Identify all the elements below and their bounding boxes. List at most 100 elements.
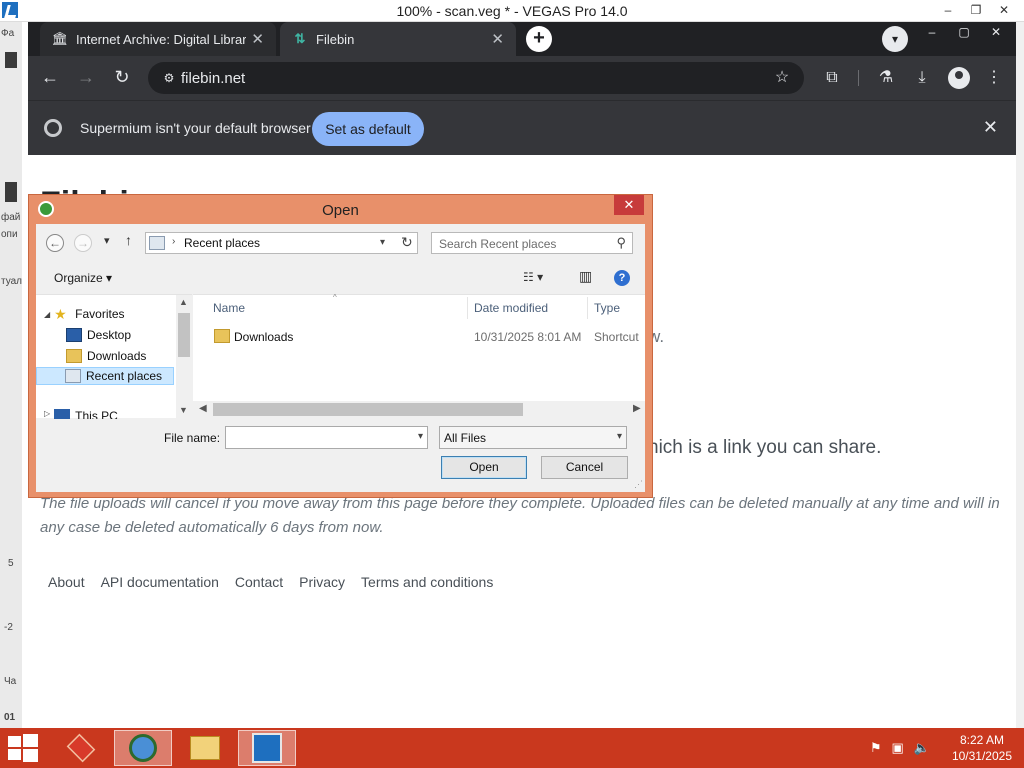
help-icon[interactable]: ? [614, 270, 630, 286]
vegas-fragment: Ча [4, 676, 17, 687]
browser-close-button[interactable]: ✕ [980, 22, 1012, 44]
file-name-input[interactable]: ▾ [225, 426, 428, 449]
address-bar[interactable]: ⚙ filebin.net [148, 62, 804, 94]
back-icon[interactable]: ← [46, 234, 64, 252]
footer-link-api[interactable]: API documentation [101, 574, 219, 590]
column-header-date[interactable]: Date modified [474, 301, 548, 315]
preview-pane-icon[interactable]: ▥ [579, 268, 592, 285]
dialog-close-button[interactable]: ✕ [614, 195, 644, 215]
close-tab-icon[interactable]: ✕ [251, 30, 264, 48]
vegas-close-button[interactable]: ✕ [990, 0, 1018, 20]
taskbar-app-vegas[interactable] [238, 730, 296, 766]
tab-search-button[interactable]: ▾ [882, 26, 908, 52]
column-header-name[interactable]: Name [213, 301, 245, 315]
action-center-flag-icon[interactable]: ⚑ [870, 740, 882, 756]
expand-arrow-icon[interactable]: ◢ [44, 310, 50, 319]
site-settings-icon[interactable]: ⚙ [160, 69, 178, 87]
profile-avatar-icon[interactable] [948, 67, 970, 89]
resize-grip-icon[interactable]: ⋰ [634, 479, 643, 490]
nav-downloads[interactable]: Downloads [66, 347, 146, 365]
browser-minimize-button[interactable]: – [916, 22, 948, 44]
toolbar-divider [858, 70, 859, 86]
recent-places-icon [65, 369, 81, 383]
dialog-title: Open [322, 202, 359, 219]
forward-icon[interactable]: → [74, 234, 92, 252]
volume-muted-icon[interactable]: 🔈 [914, 740, 930, 756]
column-header-type[interactable]: Type [594, 301, 620, 315]
close-tab-icon[interactable]: ✕ [491, 30, 504, 48]
scroll-up-icon[interactable]: ▲ [179, 297, 188, 307]
address-url: filebin.net [181, 70, 246, 87]
cancel-button[interactable]: Cancel [541, 456, 628, 479]
taskbar-app-explorer[interactable] [176, 730, 234, 766]
organize-button[interactable]: Organize ▾ [54, 271, 112, 285]
browser-logo-icon [44, 119, 62, 137]
browser-globe-icon [129, 734, 157, 762]
vegas-fragment: туал [1, 276, 22, 287]
reload-icon[interactable]: ↻ [110, 66, 134, 90]
menu-kebab-icon[interactable]: ⋮ [982, 66, 1006, 90]
scroll-left-icon[interactable]: ◀ [199, 403, 207, 414]
scroll-down-icon[interactable]: ▼ [179, 405, 188, 415]
browser-maximize-button[interactable]: ▢ [948, 22, 980, 44]
dialog-nav-bar: ← → ▾ ↑ › Recent places ▾ ↻ Search Recen… [36, 224, 645, 264]
footer-links: About API documentation Contact Privacy … [48, 574, 493, 590]
windows-logo-icon [8, 749, 21, 760]
breadcrumb-chevron-icon[interactable]: › [172, 236, 175, 247]
scroll-right-icon[interactable]: ▶ [633, 403, 641, 414]
tab-filebin[interactable]: ⇅ Filebin ✕ [280, 22, 516, 56]
chevron-down-icon[interactable]: ▾ [418, 431, 423, 442]
nav-favorites[interactable]: ◢ ★ Favorites [44, 305, 125, 323]
tab-internet-archive[interactable]: 🏛 Internet Archive: Digital Library ✕ [40, 22, 276, 56]
nav-desktop[interactable]: Desktop [66, 326, 131, 344]
file-name-label: File name: [164, 431, 221, 445]
folder-shortcut-icon [214, 329, 230, 343]
dialog-body: ← → ▾ ↑ › Recent places ▾ ↻ Search Recen… [36, 224, 645, 492]
labs-flask-icon[interactable]: ⚗ [874, 66, 898, 90]
start-button[interactable] [8, 734, 38, 762]
nav-this-pc[interactable]: ▷ This PC [44, 409, 118, 419]
recent-locations-icon[interactable]: ▾ [104, 234, 110, 247]
taskbar-clock[interactable]: 8:22 AM 10/31/2025 [952, 732, 1012, 764]
filebin-icon: ⇅ [294, 31, 306, 46]
nav-pane-scrollbar[interactable]: ▲ ▼ [176, 295, 192, 419]
refresh-icon[interactable]: ↻ [401, 234, 413, 251]
vegas-right-edge [1016, 22, 1024, 728]
scroll-thumb[interactable] [178, 313, 190, 357]
taskbar-app-unknown[interactable] [52, 730, 110, 766]
expand-arrow-icon[interactable]: ▷ [44, 409, 50, 418]
scroll-thumb[interactable] [213, 403, 523, 416]
file-row[interactable]: Downloads 10/31/2025 8:01 AM Shortcut [193, 327, 645, 347]
column-divider [467, 297, 468, 319]
nav-recent-places[interactable]: Recent places [36, 367, 174, 385]
address-dropdown-icon[interactable]: ▾ [380, 237, 385, 248]
dialog-search-input[interactable]: Search Recent places ⚲ [431, 232, 633, 254]
set-as-default-button[interactable]: Set as default [312, 112, 424, 146]
footer-link-about[interactable]: About [48, 574, 85, 590]
dialog-address-bar[interactable]: › Recent places ▾ ↻ [145, 232, 418, 254]
infobar-close-icon[interactable]: ✕ [983, 117, 998, 138]
back-arrow-icon[interactable]: ← [38, 66, 62, 90]
file-list-hscrollbar[interactable]: ◀ ▶ [193, 401, 645, 418]
vegas-titlebar: 100% - scan.veg * - VEGAS Pro 14.0 – ❐ ✕ [0, 0, 1024, 22]
open-button[interactable]: Open [441, 456, 527, 479]
download-icon[interactable]: ⤓ [910, 66, 934, 90]
nav-label: This PC [75, 409, 118, 419]
footer-link-terms[interactable]: Terms and conditions [361, 574, 493, 590]
network-icon[interactable]: ▣ [892, 740, 904, 756]
vegas-restore-button[interactable]: ❐ [962, 0, 990, 20]
file-type-select[interactable]: All Files ▾ [439, 426, 627, 449]
bookmark-star-icon[interactable]: ☆ [770, 66, 794, 90]
vegas-minimize-button[interactable]: – [934, 0, 962, 20]
forward-arrow-icon[interactable]: → [74, 66, 98, 90]
browser-window-controls: – ▢ ✕ [916, 22, 1012, 44]
computer-icon [54, 409, 71, 419]
new-tab-button[interactable]: + [526, 26, 552, 52]
footer-link-privacy[interactable]: Privacy [299, 574, 345, 590]
up-arrow-icon[interactable]: ↑ [125, 232, 132, 248]
taskbar-app-browser[interactable] [114, 730, 172, 766]
footer-link-contact[interactable]: Contact [235, 574, 283, 590]
chevron-down-icon[interactable]: ▾ [617, 431, 622, 442]
extensions-icon[interactable]: ⧉ [820, 66, 844, 90]
change-view-icon[interactable]: ☷ ▾ [523, 270, 543, 284]
